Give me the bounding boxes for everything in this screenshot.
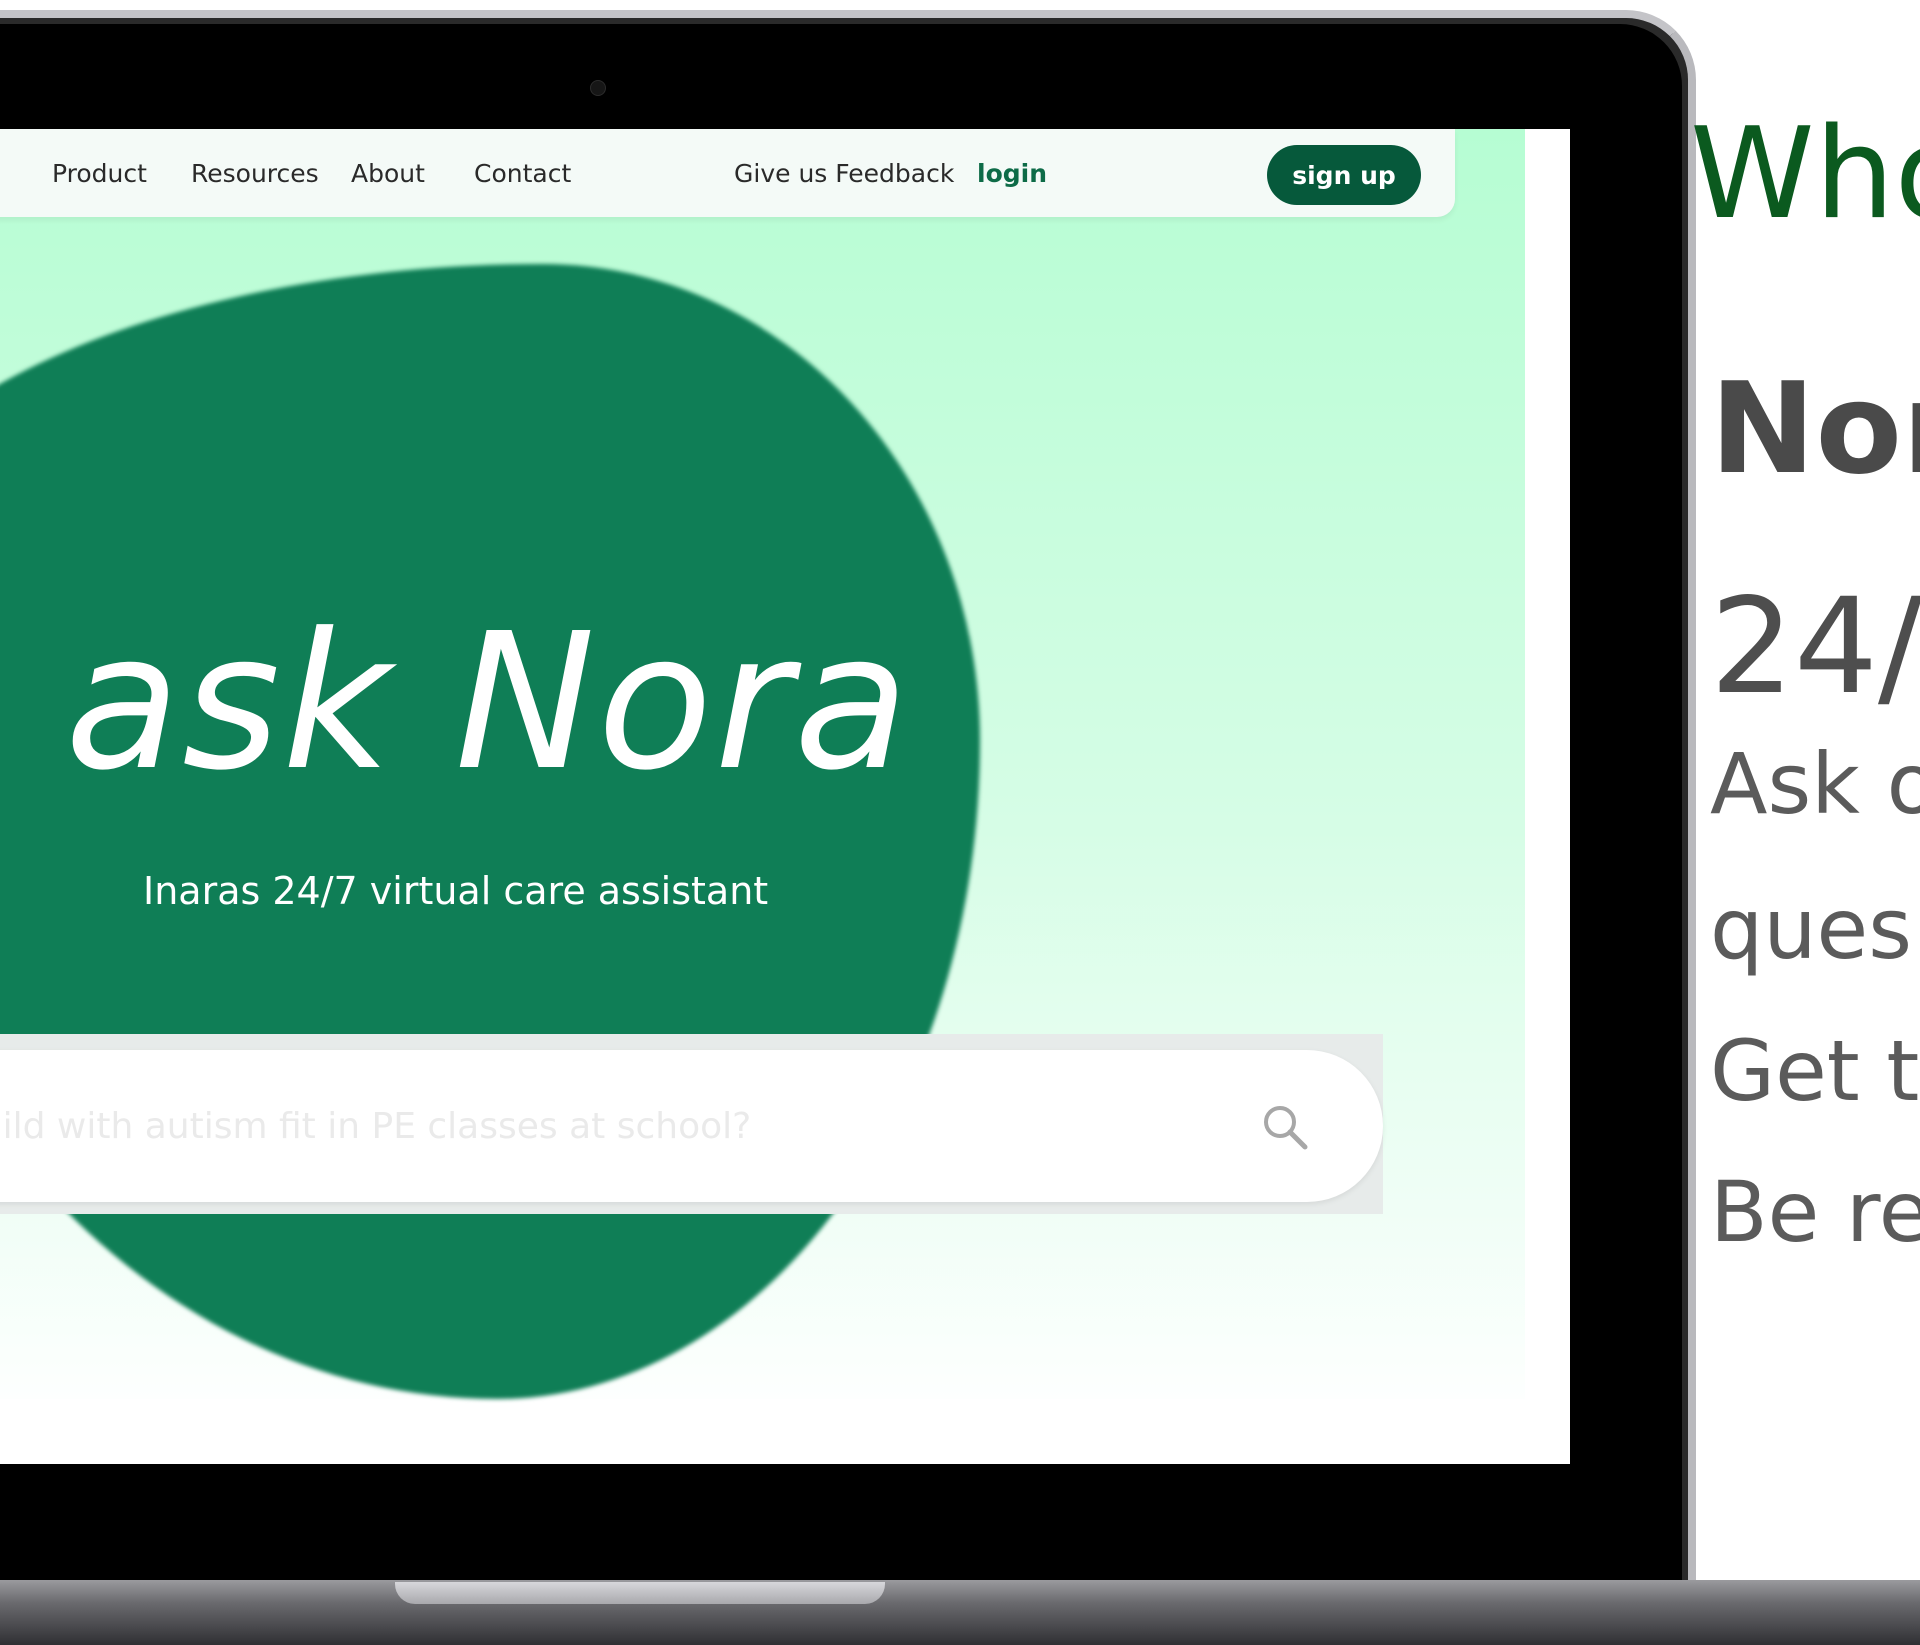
nav-product[interactable]: Product	[52, 159, 147, 188]
search-input[interactable]	[0, 1090, 1212, 1162]
side-name: Nor	[1710, 355, 1920, 502]
hero-blob	[0, 264, 980, 1399]
hero-title: ask Nora	[65, 593, 911, 812]
nav-about[interactable]: About	[351, 159, 425, 188]
laptop-base	[0, 1580, 1920, 1645]
nav-resources[interactable]: Resources	[191, 159, 319, 188]
side-line-questions: ques	[1710, 880, 1913, 978]
search-panel	[0, 1034, 1383, 1214]
laptop-bezel: Product Resources About Contact Give us …	[0, 10, 1696, 1613]
hero-background: Product Resources About Contact Give us …	[0, 129, 1525, 1399]
nav-contact[interactable]: Contact	[474, 159, 571, 188]
laptop-hinge-notch	[395, 1582, 885, 1604]
search-icon[interactable]	[1260, 1102, 1310, 1152]
side-line-be: Be re	[1710, 1163, 1920, 1261]
side-heading: Who	[1690, 100, 1920, 247]
hero-subtitle: Inaras 24/7 virtual care assistant	[143, 869, 769, 913]
browser-screen: Product Resources About Contact Give us …	[0, 129, 1570, 1464]
search-bar	[0, 1050, 1383, 1202]
side-line-ask: Ask o	[1710, 735, 1920, 833]
sign-up-button[interactable]: sign up	[1267, 145, 1421, 205]
side-line-247: 24/	[1710, 570, 1920, 724]
side-line-get: Get t	[1710, 1022, 1920, 1120]
webcam-icon	[590, 80, 606, 96]
top-navigation: Product Resources About Contact Give us …	[0, 129, 1455, 217]
nav-feedback[interactable]: Give us Feedback	[734, 159, 954, 188]
login-link[interactable]: login	[977, 159, 1047, 188]
